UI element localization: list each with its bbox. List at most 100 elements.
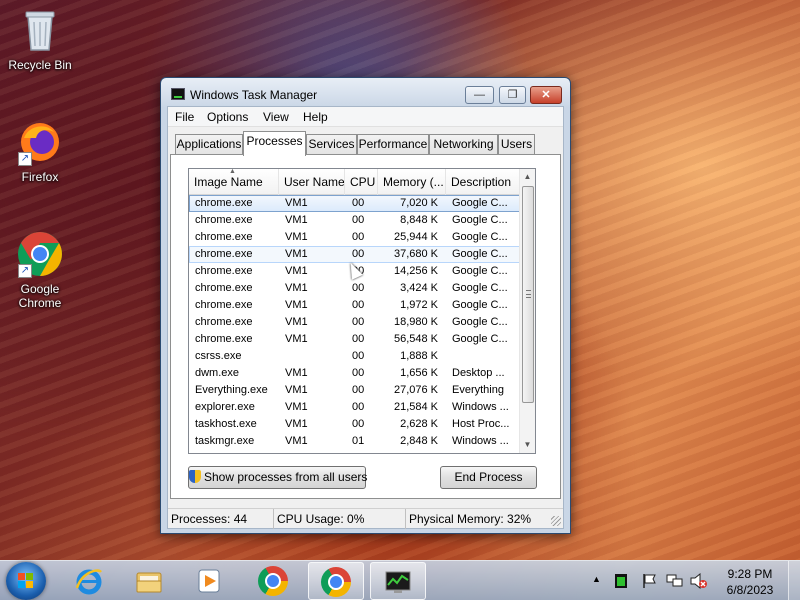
window-client: File Options View Help Applications Proc… xyxy=(167,106,564,529)
process-memory: 1,888 K xyxy=(400,350,438,362)
scrollbar-thumb[interactable] xyxy=(522,186,534,403)
table-row[interactable]: Everything.exe VM1 00 27,076 K Everything xyxy=(189,382,521,399)
process-image-name: taskmgr.exe xyxy=(195,435,255,447)
close-button[interactable]: ✕ xyxy=(530,86,562,104)
table-row[interactable]: csrss.exe 00 1,888 K xyxy=(189,348,521,365)
taskbar-google-chrome[interactable] xyxy=(246,562,302,600)
folder-icon xyxy=(136,572,162,593)
column-image-name[interactable]: ▲ Image Name xyxy=(189,169,279,195)
show-all-processes-button[interactable]: Show processes from all users xyxy=(188,466,367,489)
process-description: Google C... xyxy=(452,282,508,294)
scroll-down-arrow-icon[interactable]: ▼ xyxy=(520,437,535,453)
process-memory: 21,584 K xyxy=(393,401,438,413)
taskbar-google-chrome-running[interactable] xyxy=(308,562,364,600)
desktop-icon-google-chrome[interactable]: ↗ Google Chrome xyxy=(3,230,77,310)
tab-applications[interactable]: Applications xyxy=(175,134,243,155)
tab-users[interactable]: Users xyxy=(498,134,535,155)
tab-networking[interactable]: Networking xyxy=(429,134,498,155)
process-memory: 1,656 K xyxy=(400,367,438,379)
shortcut-arrow-icon: ↗ xyxy=(18,152,32,166)
column-memory[interactable]: Memory (... xyxy=(378,169,446,195)
table-row[interactable]: chrome.exe VM1 00 18,980 K Google C... xyxy=(189,314,521,331)
process-description: Google C... xyxy=(452,214,508,226)
clock[interactable]: 9:28 PM 6/8/2023 xyxy=(720,566,780,598)
process-description: Google C... xyxy=(452,333,508,345)
menu-options[interactable]: Options xyxy=(207,110,248,124)
taskbar-media-player[interactable] xyxy=(182,562,238,600)
process-user-name: VM1 xyxy=(285,248,308,260)
task-manager-tray-icon[interactable] xyxy=(615,574,627,588)
process-description: Google C... xyxy=(452,248,508,260)
process-cpu: 00 xyxy=(352,367,365,379)
process-description: Host Proc... xyxy=(452,418,510,430)
windows-logo-icon xyxy=(18,573,34,589)
volume-muted-icon[interactable] xyxy=(690,573,708,589)
process-user-name: VM1 xyxy=(285,214,308,226)
process-memory: 18,980 K xyxy=(393,316,438,328)
desktop-icon-firefox[interactable]: ↗ Firefox xyxy=(3,118,77,184)
process-memory: 25,944 K xyxy=(393,231,438,243)
menu-help[interactable]: Help xyxy=(303,110,328,124)
scroll-up-arrow-icon[interactable]: ▲ xyxy=(520,169,535,185)
table-row[interactable]: chrome.exe VM1 00 8,848 K Google C... xyxy=(189,212,521,229)
tab-performance[interactable]: Performance xyxy=(357,134,429,155)
media-player-icon xyxy=(198,569,220,593)
taskbar: ▲ 9:28 PM 6/8/2023 xyxy=(0,560,800,600)
minimize-button[interactable]: — xyxy=(465,86,494,104)
process-image-name: chrome.exe xyxy=(195,282,253,294)
menu-view[interactable]: View xyxy=(263,110,289,124)
process-cpu: 00 xyxy=(352,418,365,430)
firefox-icon: ↗ xyxy=(16,118,64,166)
column-user-name[interactable]: User Name xyxy=(279,169,345,195)
process-cpu: 00 xyxy=(352,333,365,345)
process-list[interactable]: ▲ Image Name User Name CPU Memory (... D… xyxy=(188,168,536,454)
vertical-scrollbar[interactable]: ▲ ▼ xyxy=(519,169,535,453)
start-button[interactable] xyxy=(6,562,46,600)
process-description: Google C... xyxy=(452,316,508,328)
table-row[interactable]: chrome.exe VM1 00 25,944 K Google C... xyxy=(189,229,521,246)
end-process-button[interactable]: End Process xyxy=(440,466,537,489)
process-image-name: Everything.exe xyxy=(195,384,268,396)
process-description: Windows ... xyxy=(452,435,509,447)
network-icon[interactable] xyxy=(666,573,684,589)
process-user-name: VM1 xyxy=(285,299,308,311)
column-cpu[interactable]: CPU xyxy=(345,169,378,195)
show-desktop-button[interactable] xyxy=(788,561,800,600)
taskbar-windows-explorer[interactable] xyxy=(122,562,178,600)
desktop-icon-recycle-bin[interactable]: Recycle Bin xyxy=(3,6,77,72)
taskbar-internet-explorer[interactable] xyxy=(62,562,118,600)
tab-services[interactable]: Services xyxy=(306,134,357,155)
column-description[interactable]: Description xyxy=(446,169,521,195)
title-bar[interactable]: Windows Task Manager — ❐ ✕ xyxy=(161,78,570,106)
recycle-bin-icon xyxy=(16,6,64,54)
taskbar-task-manager[interactable] xyxy=(370,562,426,600)
action-center-flag-icon[interactable] xyxy=(642,573,658,589)
desktop-icon-label: Recycle Bin xyxy=(8,58,72,72)
table-row[interactable]: taskmgr.exe VM1 01 2,848 K Windows ... xyxy=(189,433,521,450)
process-memory: 2,628 K xyxy=(400,418,438,430)
process-cpu: 00 xyxy=(352,316,365,328)
list-header: ▲ Image Name User Name CPU Memory (... D… xyxy=(189,169,521,195)
table-row[interactable]: explorer.exe VM1 00 21,584 K Windows ... xyxy=(189,399,521,416)
table-row[interactable]: chrome.exe VM1 00 3,424 K Google C... xyxy=(189,280,521,297)
window-title: Windows Task Manager xyxy=(190,88,318,102)
table-row[interactable]: chrome.exe VM1 00 56,548 K Google C... xyxy=(189,331,521,348)
process-cpu: 00 xyxy=(352,401,365,413)
process-description: Windows ... xyxy=(452,401,509,413)
table-row[interactable]: chrome.exe VM1 00 7,020 K Google C... xyxy=(189,195,521,212)
process-memory: 3,424 K xyxy=(400,282,438,294)
resize-grip-icon[interactable] xyxy=(551,516,561,526)
table-row[interactable]: dwm.exe VM1 00 1,656 K Desktop ... xyxy=(189,365,521,382)
menu-bar: File Options View Help xyxy=(168,107,563,127)
menu-file[interactable]: File xyxy=(175,110,194,124)
chrome-icon xyxy=(321,567,351,597)
show-hidden-icons-button[interactable]: ▲ xyxy=(592,574,601,584)
process-memory: 1,972 K xyxy=(400,299,438,311)
table-row[interactable]: chrome.exe VM1 00 1,972 K Google C... xyxy=(189,297,521,314)
maximize-button[interactable]: ❐ xyxy=(499,86,526,104)
status-cpu-usage: CPU Usage: 0% xyxy=(274,509,406,529)
process-image-name: chrome.exe xyxy=(195,197,253,209)
task-manager-window: Windows Task Manager — ❐ ✕ File Options … xyxy=(160,77,571,534)
table-row[interactable]: taskhost.exe VM1 00 2,628 K Host Proc... xyxy=(189,416,521,433)
tab-processes[interactable]: Processes xyxy=(243,131,306,156)
